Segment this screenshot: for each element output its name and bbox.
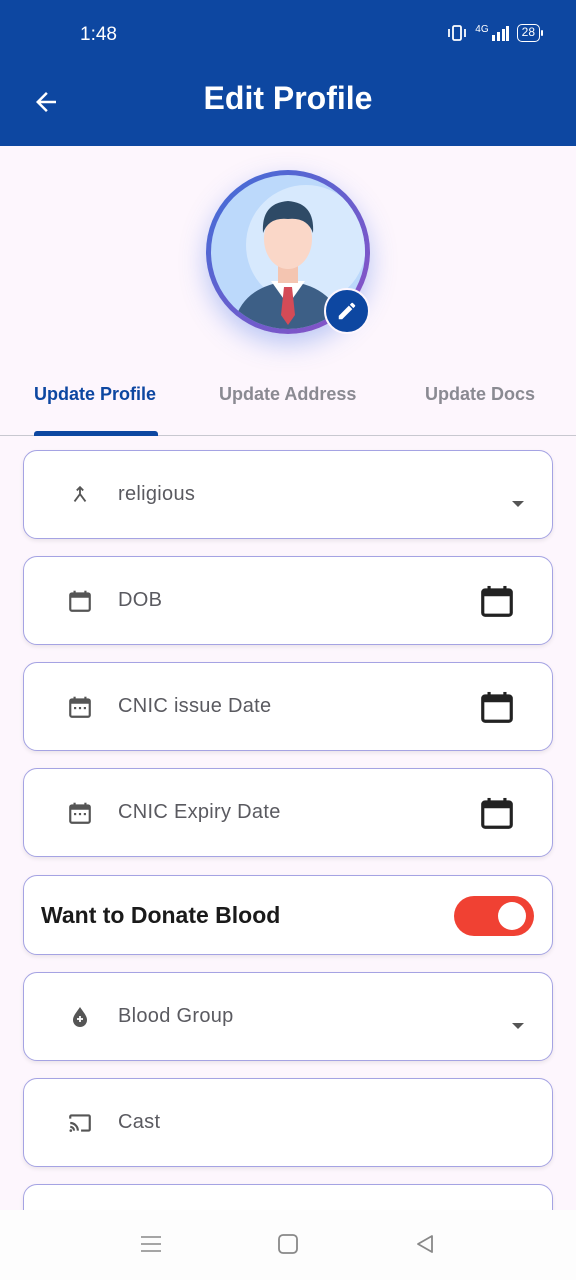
blood-drop-icon <box>66 1003 94 1031</box>
blood-group-dropdown[interactable]: Blood Group <box>23 972 553 1061</box>
chevron-down-icon <box>512 501 524 507</box>
battery-indicator: 28 <box>516 24 544 42</box>
cast-field[interactable]: Cast <box>23 1078 553 1167</box>
app-header: 1:48 4G 28 Edit Profile <box>0 0 576 146</box>
merge-icon <box>66 481 94 509</box>
back-triangle-icon[interactable] <box>413 1232 439 1258</box>
status-time: 1:48 <box>80 24 117 45</box>
donate-blood-toggle[interactable] <box>454 896 534 936</box>
donate-blood-card: Want to Donate Blood <box>23 875 553 955</box>
status-icons: 4G 28 <box>447 23 544 42</box>
religious-label: religious <box>118 483 196 505</box>
system-nav-bar <box>0 1210 576 1280</box>
calendar-picker-icon[interactable] <box>478 581 516 626</box>
cast-icon <box>66 1109 94 1137</box>
chevron-down-icon <box>512 1023 524 1029</box>
dob-label: DOB <box>118 589 163 611</box>
network-label: 4G <box>475 23 489 35</box>
calendar-picker-icon[interactable] <box>478 793 516 838</box>
home-icon[interactable] <box>276 1232 302 1258</box>
edit-avatar-button[interactable] <box>324 288 370 334</box>
vibrate-icon <box>448 25 467 41</box>
toggle-knob <box>498 902 526 930</box>
menu-icon[interactable] <box>139 1232 165 1258</box>
donate-blood-label: Want to Donate Blood <box>41 902 281 928</box>
tab-update-address[interactable]: Update Address <box>219 384 356 405</box>
calendar-dots-icon <box>66 693 94 721</box>
tab-update-docs[interactable]: Update Docs <box>425 384 535 405</box>
cnic-expiry-date-field[interactable]: CNIC Expiry Date <box>23 768 553 857</box>
tab-update-profile[interactable]: Update Profile <box>34 384 156 405</box>
calendar-dots-icon <box>66 799 94 827</box>
cnic-expiry-date-label: CNIC Expiry Date <box>118 801 281 823</box>
signal-icon <box>491 26 509 41</box>
cnic-issue-date-field[interactable]: CNIC issue Date <box>23 662 553 751</box>
cnic-issue-date-label: CNIC issue Date <box>118 695 272 717</box>
blood-group-label: Blood Group <box>118 1005 234 1027</box>
tab-indicator <box>34 431 158 436</box>
calendar-icon <box>66 587 94 615</box>
religious-dropdown[interactable]: religious <box>23 450 553 539</box>
page-title: Edit Profile <box>203 80 373 116</box>
cast-label: Cast <box>118 1111 161 1133</box>
profile-tabs: Update Profile Update Address Update Doc… <box>0 370 576 436</box>
profile-avatar <box>206 170 370 334</box>
dob-field[interactable]: DOB <box>23 556 553 645</box>
calendar-picker-icon[interactable] <box>478 687 516 732</box>
pencil-icon <box>338 302 356 320</box>
